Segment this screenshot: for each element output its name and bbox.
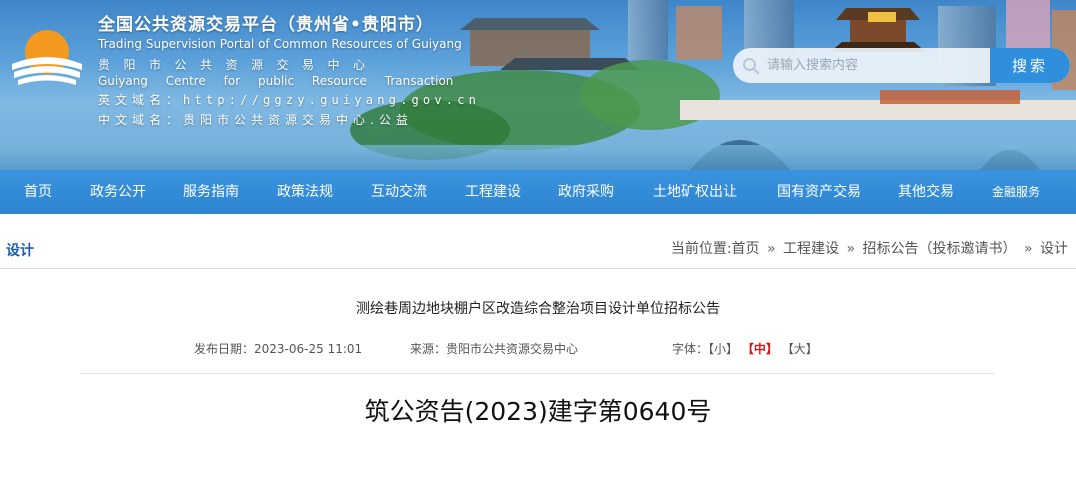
breadcrumb-separator: » xyxy=(767,241,776,257)
font-size-large[interactable]: 【大】 xyxy=(782,342,818,356)
nav-item-land-mining[interactable]: 土地矿权出让 xyxy=(653,170,737,214)
breadcrumb-separator: » xyxy=(846,241,856,257)
font-size-medium[interactable]: 【中】 xyxy=(742,342,778,356)
font-size-label: 字体： xyxy=(672,342,709,356)
section-title: 设计 xyxy=(6,243,34,259)
divider xyxy=(80,373,994,374)
nav-item-other-trade[interactable]: 其他交易 xyxy=(898,170,954,214)
main-nav: 首页 政务公开 服务指南 政策法规 互动交流 工程建设 政府采购 土地矿权出让 … xyxy=(0,170,1076,214)
source-label: 来源： xyxy=(410,342,447,356)
search-icon xyxy=(743,58,759,74)
portal-logo xyxy=(12,30,82,85)
breadcrumb-item-home[interactable]: 首页 xyxy=(732,241,760,257)
domain-en-label: 英文域名： xyxy=(98,93,184,107)
publish-date-value: 2023-06-25 11:01 xyxy=(254,342,363,356)
breadcrumb: 当前位置:首页 » 工程建设 » 招标公告（投标邀请书） » 设计 xyxy=(671,238,1068,258)
domain-cn-line: 中文域名：贵阳市公共资源交易中心.公益 xyxy=(98,111,480,128)
nav-item-service-guide[interactable]: 服务指南 xyxy=(183,170,239,214)
search-button[interactable]: 搜索 xyxy=(990,48,1070,83)
header-banner: 全国公共资源交易平台（贵州省•贵阳市） Trading Supervision … xyxy=(0,0,1076,170)
publish-date-label: 发布日期： xyxy=(194,342,255,356)
source-value: 贵阳市公共资源交易中心 xyxy=(446,342,579,356)
search-box: 搜索 xyxy=(733,48,1070,83)
nav-item-gov-affairs[interactable]: 政务公开 xyxy=(90,170,146,214)
document-number: 筑公资告(2023)建字第0640号 xyxy=(364,397,712,426)
source-meta: 来源：贵阳市公共资源交易中心 xyxy=(410,340,578,357)
breadcrumb-prefix: 当前位置: xyxy=(670,241,732,257)
nav-item-home[interactable]: 首页 xyxy=(24,170,52,214)
nav-item-finance[interactable]: 金融服务 xyxy=(992,170,1040,214)
domain-cn-value: 贵阳市公共资源交易中心.公益 xyxy=(183,113,413,127)
breadcrumb-item-design[interactable]: 设计 xyxy=(1040,241,1068,257)
font-size-small[interactable]: 【小】 xyxy=(708,342,738,356)
center-name-en: Guiyang Centre for public Resource Trans… xyxy=(98,74,454,88)
domain-en-line: 英文域名：http://ggzy.guiyang.gov.cn xyxy=(98,91,480,108)
font-size-controls: 字体：【小】 【中】 【大】 xyxy=(672,340,818,357)
breadcrumb-item-tender-notice[interactable]: 招标公告（投标邀请书） xyxy=(863,241,1017,257)
publish-date-meta: 发布日期：2023-06-25 11:01 xyxy=(194,340,362,357)
nav-item-state-assets[interactable]: 国有资产交易 xyxy=(777,170,861,214)
nav-item-interaction[interactable]: 互动交流 xyxy=(371,170,427,214)
nav-item-engineering[interactable]: 工程建设 xyxy=(465,170,521,214)
nav-item-procurement[interactable]: 政府采购 xyxy=(558,170,614,214)
divider xyxy=(0,268,1076,269)
domain-cn-label: 中文域名： xyxy=(98,113,184,127)
portal-title-en: Trading Supervision Portal of Common Res… xyxy=(98,37,462,51)
nav-item-policy[interactable]: 政策法规 xyxy=(277,170,333,214)
center-name-cn: 贵阳市公共资源交易中心 xyxy=(98,58,379,72)
portal-title: 全国公共资源交易平台（贵州省•贵阳市） xyxy=(98,15,434,35)
domain-en-value: http://ggzy.guiyang.gov.cn xyxy=(183,93,481,107)
portal-branding: 全国公共资源交易平台（贵州省•贵阳市） Trading Supervision … xyxy=(98,10,480,128)
article-title: 测绘巷周边地块棚户区改造综合整治项目设计单位招标公告 xyxy=(356,301,720,317)
breadcrumb-separator: » xyxy=(1023,241,1033,257)
search-input[interactable] xyxy=(767,48,989,83)
breadcrumb-item-engineering[interactable]: 工程建设 xyxy=(783,241,839,257)
